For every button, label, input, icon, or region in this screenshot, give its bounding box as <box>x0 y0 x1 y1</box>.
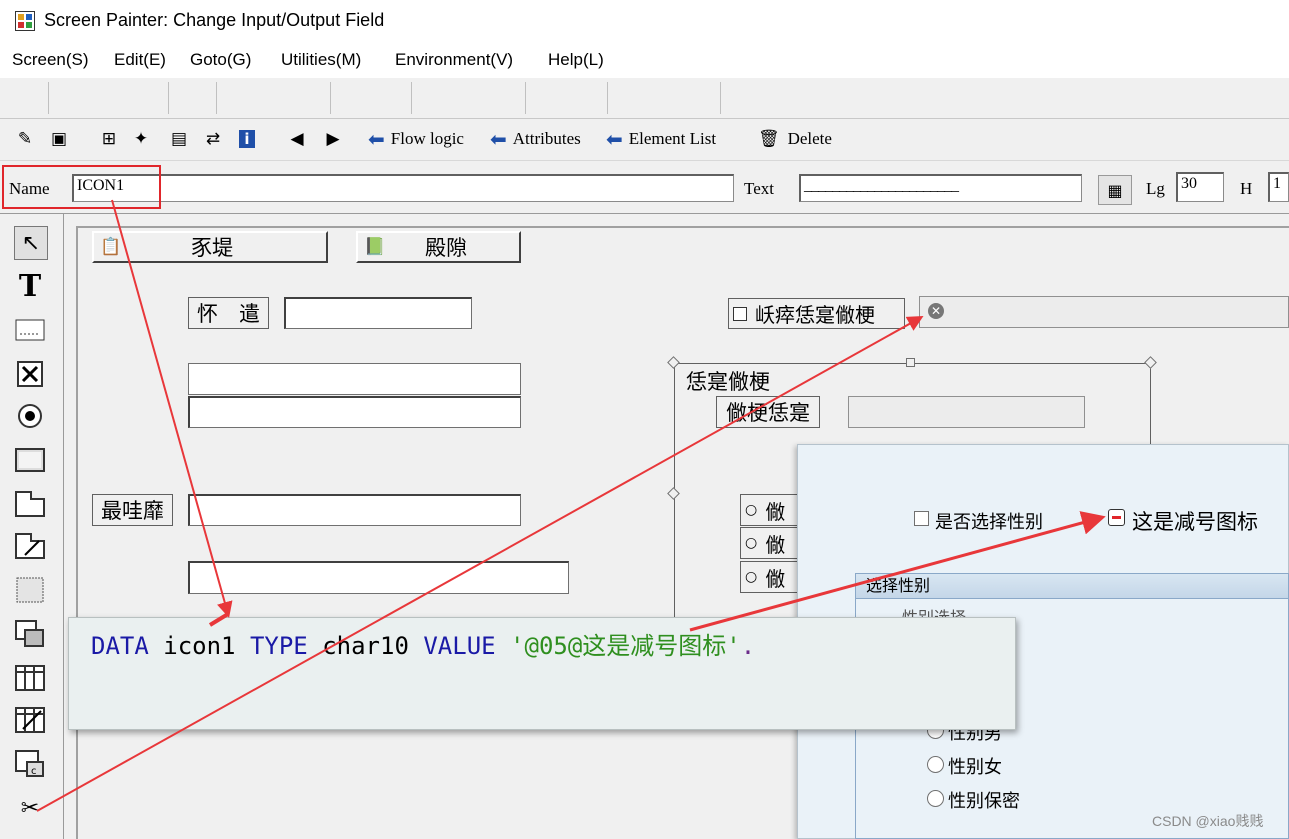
subscreen-icon[interactable] <box>14 618 46 650</box>
resize-handle[interactable] <box>906 358 915 367</box>
radio-circle-icon: ○ <box>745 535 758 551</box>
name-input[interactable]: ICON1 <box>72 174 734 202</box>
code-snippet-popup: DATA icon1 TYPE char10 VALUE '@05@这是减号图标… <box>68 617 1016 730</box>
menu-edit[interactable]: Edit(E) <box>114 50 166 70</box>
text-label-1: 怀 遣 <box>188 297 269 329</box>
text-field-icon[interactable]: T <box>14 269 46 304</box>
preview-radio-secret-label: 性别保密 <box>948 791 1020 812</box>
preview-radio-female-label: 性别女 <box>948 757 1002 778</box>
previous-icon[interactable]: ◀ <box>284 127 310 151</box>
hierarchy-icon[interactable]: ⊞ <box>96 127 122 151</box>
box-icon[interactable] <box>14 574 46 606</box>
menu-bar: Screen(S) Edit(E) Goto(G) Utilities(M) E… <box>0 42 1289 79</box>
preview-radio-secret[interactable] <box>927 790 944 807</box>
back-arrow-icon: ⬅ <box>368 128 385 151</box>
table-control-icon[interactable] <box>14 662 46 694</box>
watermark: CSDN @xiao贱贱 <box>1152 813 1264 829</box>
element-palette: ↖ T c ✂ <box>0 214 65 839</box>
icon-field[interactable]: ✕ <box>919 296 1289 328</box>
pushbutton-2[interactable]: 📗 殿隙 <box>356 231 521 263</box>
input-field-3[interactable] <box>188 396 521 428</box>
input-field-4[interactable] <box>188 494 521 526</box>
pushbutton-1[interactable]: 📋 豕堤 <box>92 231 328 263</box>
trash-icon: 🗑 <box>758 129 780 148</box>
minus-icon <box>1108 509 1125 526</box>
window-title: Screen Painter: Change Input/Output Fiel… <box>44 10 385 30</box>
lg-input[interactable]: 30 <box>1176 172 1224 202</box>
h-input[interactable]: 1 <box>1268 172 1289 202</box>
document-icon: 📗 <box>364 237 386 257</box>
radio-circle-icon: ○ <box>745 502 758 518</box>
frame-title: 恁寔僘梗 <box>686 370 770 394</box>
attributes-button[interactable]: ⬅ Attributes <box>490 127 581 151</box>
sparkle-icon[interactable]: ✦ <box>128 127 154 151</box>
menu-environment[interactable]: Environment(V) <box>395 50 513 70</box>
element-list-button[interactable]: ⬅ Element List <box>606 127 716 151</box>
preview-icon-text: 这是减号图标 <box>1132 510 1258 534</box>
lg-label: Lg <box>1146 179 1165 198</box>
dictionary-icon[interactable]: ▦ <box>1098 175 1132 205</box>
layout-icon[interactable]: ▤ <box>166 127 192 151</box>
text-input[interactable]: ______________________ <box>799 174 1082 202</box>
custom-control-icon[interactable]: c <box>14 748 46 780</box>
info-icon[interactable]: i <box>234 127 260 151</box>
frame-label: 僘梗恁寔 <box>716 396 820 428</box>
clipboard-icon: 📋 <box>100 237 122 257</box>
checkbox-element[interactable]: 岆瘁恁寔僘梗 <box>728 298 905 329</box>
app-icon <box>15 11 35 31</box>
menu-utilities[interactable]: Utilities(M) <box>281 50 361 70</box>
pointer-icon[interactable]: ↖ <box>14 226 48 260</box>
highlight-box <box>2 165 161 209</box>
radio-button-icon[interactable] <box>14 400 46 432</box>
pencil-icon[interactable]: ✎ <box>12 127 38 151</box>
radio-element-1[interactable]: ○ 僘 <box>740 494 800 526</box>
screen-icon[interactable]: ▣ <box>46 127 72 151</box>
checkbox-box <box>733 306 747 321</box>
svg-text:c: c <box>31 766 37 777</box>
element-attribute-row: Name ICON1 Text ______________________ ▦… <box>0 160 1289 215</box>
frame-output-field[interactable] <box>848 396 1085 428</box>
text-label: Text <box>744 179 774 198</box>
menu-goto[interactable]: Goto(G) <box>190 50 251 70</box>
preview-radio-female[interactable] <box>927 756 944 773</box>
radio-element-2[interactable]: ○ 僘 <box>740 527 800 559</box>
back-arrow-icon: ⬅ <box>606 128 623 151</box>
transfer-icon[interactable]: ⇄ <box>200 127 226 151</box>
input-field-2[interactable] <box>188 363 521 395</box>
status-icon[interactable]: ✂ <box>14 792 46 824</box>
preview-checkbox[interactable] <box>914 511 929 526</box>
next-icon[interactable]: ▶ <box>320 127 346 151</box>
radio-circle-icon: ○ <box>745 569 758 585</box>
application-toolbar: ✎ ▣ ⊞ ✦ ▤ ⇄ i ◀ ▶ ⬅ Flow logic ⬅ Attribute… <box>0 119 1289 159</box>
back-arrow-icon: ⬅ <box>490 128 507 151</box>
title-bar: Screen Painter: Change Input/Output Fiel… <box>0 0 1289 42</box>
standard-toolbar <box>0 78 1289 119</box>
radio-element-3[interactable]: ○ 僘 <box>740 561 800 593</box>
menu-help[interactable]: Help(L) <box>548 50 604 70</box>
table-wizard-icon[interactable] <box>14 704 46 736</box>
io-field-icon[interactable] <box>14 314 46 346</box>
text-label-2: 最哇靡 <box>92 494 173 526</box>
preview-frame-title: 选择性别 <box>855 573 1289 599</box>
flow-logic-button[interactable]: ⬅ Flow logic <box>368 127 464 151</box>
checkbox-icon[interactable] <box>14 358 46 390</box>
pushbutton-icon[interactable] <box>14 444 46 476</box>
input-field-5[interactable] <box>188 561 569 594</box>
tabstrip-icon[interactable] <box>14 488 46 520</box>
tabstrip-wizard-icon[interactable] <box>14 530 46 562</box>
delete-button[interactable]: 🗑 Delete <box>758 127 832 151</box>
h-label: H <box>1240 179 1253 198</box>
close-circle-icon: ✕ <box>928 303 944 319</box>
input-field-1[interactable] <box>284 297 472 329</box>
preview-checkbox-label: 是否选择性别 <box>935 512 1043 533</box>
code-line: DATA icon1 TYPE char10 VALUE '@05@这是减号图标… <box>91 632 756 660</box>
menu-screen[interactable]: Screen(S) <box>12 50 89 70</box>
